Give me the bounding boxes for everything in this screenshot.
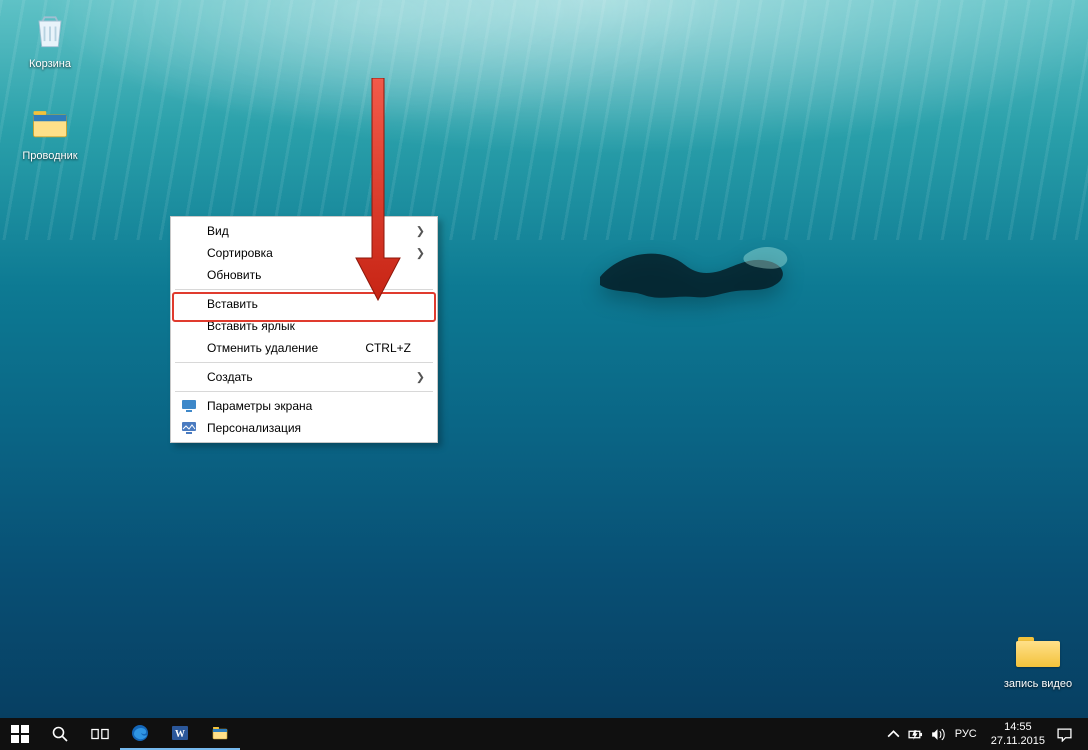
clock-date: 27.11.2015 [991,734,1045,748]
desktop-context-menu: Вид ❯ Сортировка ❯ Обновить Вставить Вст… [170,216,438,443]
chevron-right-icon: ❯ [416,371,425,384]
file-explorer-icon [211,724,229,742]
tray-clock[interactable]: 14:55 27.11.2015 [983,720,1053,748]
personalize-icon [181,421,197,435]
menu-item-label: Вид [207,224,411,238]
desktop-icon-label: Корзина [12,58,88,70]
menu-item-label: Отменить удаление [207,341,365,355]
volume-icon [930,727,945,742]
menu-item-view[interactable]: Вид ❯ [173,220,435,242]
edge-icon [131,724,149,742]
file-explorer-icon [26,100,74,148]
folder-icon [1014,628,1062,676]
taskbar-app-edge[interactable] [120,718,160,750]
menu-item-label: Сортировка [207,246,411,260]
menu-item-display-settings[interactable]: Параметры экрана [173,395,435,417]
chevron-right-icon: ❯ [416,225,425,238]
taskbar: W РУС 14:55 [0,718,1088,750]
tray-language-label: РУС [955,728,977,740]
tray-action-center[interactable] [1053,718,1075,750]
menu-item-paste-shortcut[interactable]: Вставить ярлык [173,315,435,337]
menu-item-refresh[interactable]: Обновить [173,264,435,286]
menu-item-sort[interactable]: Сортировка ❯ [173,242,435,264]
menu-separator [175,289,433,290]
monitor-icon [181,399,197,413]
desktop-icon-label: Проводник [12,150,88,162]
notification-icon [1057,727,1072,742]
taskbar-app-word[interactable]: W [160,718,200,750]
menu-separator [175,391,433,392]
tray-volume[interactable] [927,718,949,750]
menu-item-label: Создать [207,370,411,384]
power-icon [908,727,923,742]
desktop-icon-folder-video[interactable]: запись видео [1000,628,1076,690]
svg-text:W: W [175,729,185,740]
menu-item-paste[interactable]: Вставить [173,293,435,315]
menu-item-label: Вставить ярлык [207,319,411,333]
menu-item-undo-delete[interactable]: Отменить удаление CTRL+Z [173,337,435,359]
tray-chevron-up[interactable] [883,718,905,750]
tray-language[interactable]: РУС [949,718,983,750]
desktop-icon-explorer[interactable]: Проводник [12,100,88,162]
menu-item-label: Персонализация [207,421,411,435]
tray-power[interactable] [905,718,927,750]
desktop-icon-recycle-bin[interactable]: Корзина [12,8,88,70]
desktop-icon-label: запись видео [1000,678,1076,690]
wallpaper-swimmer [590,235,790,325]
word-icon: W [171,724,189,742]
recycle-bin-icon [26,8,74,56]
menu-item-label: Параметры экрана [207,399,411,413]
menu-item-shortcut: CTRL+Z [365,341,411,355]
menu-item-label: Обновить [207,268,411,282]
clock-time: 14:55 [991,720,1045,734]
task-view-button[interactable] [80,718,120,750]
start-button[interactable] [0,718,40,750]
menu-item-personalize[interactable]: Персонализация [173,417,435,439]
search-button[interactable] [40,718,80,750]
system-tray: РУС 14:55 27.11.2015 [883,718,1088,750]
menu-separator [175,362,433,363]
desktop-wallpaper[interactable]: Корзина Проводник запись видео Вид ❯ Сор… [0,0,1088,718]
windows-logo-icon [11,725,29,743]
search-icon [51,725,69,743]
chevron-right-icon: ❯ [416,247,425,260]
task-view-icon [91,725,109,743]
menu-item-label: Вставить [207,297,411,311]
taskbar-app-explorer[interactable] [200,718,240,750]
menu-item-create[interactable]: Создать ❯ [173,366,435,388]
chevron-up-icon [886,727,901,742]
